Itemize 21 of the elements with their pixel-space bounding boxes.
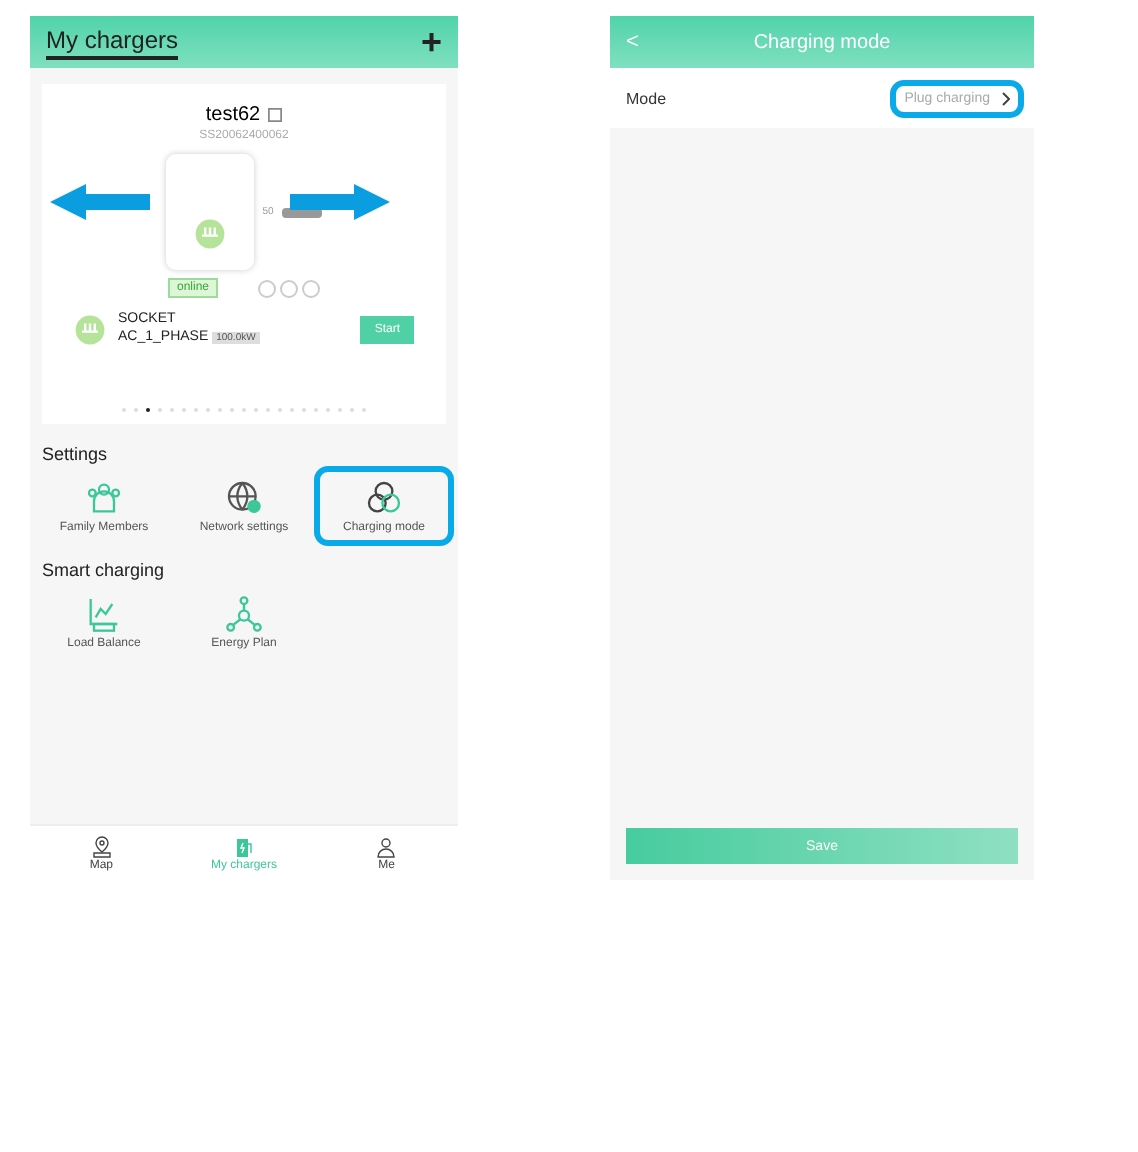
charger-name: test62: [205, 104, 261, 126]
plan-icon: [224, 594, 264, 634]
add-button[interactable]: +: [420, 21, 442, 63]
socket-icon: [74, 313, 106, 345]
edit-icon[interactable]: [268, 108, 283, 122]
map-icon: [89, 835, 114, 859]
chevron-icon: [1002, 91, 1010, 105]
arrow-drawing: [290, 184, 390, 220]
me-icon: [374, 835, 399, 859]
section-title: Settings: [42, 444, 110, 464]
mode-icon: [364, 478, 404, 518]
network-icon: [224, 478, 264, 518]
row-label: Mode: [626, 89, 667, 107]
arrow-drawing: [50, 184, 150, 220]
charger-icon: [231, 835, 256, 859]
header-title: My chargers: [46, 24, 179, 60]
socket-icon: [194, 218, 227, 250]
family-icon: [84, 478, 124, 518]
screen-title: Charging mode: [753, 31, 891, 53]
control-icons: [257, 279, 319, 297]
section-title: Smart charging: [42, 560, 167, 580]
